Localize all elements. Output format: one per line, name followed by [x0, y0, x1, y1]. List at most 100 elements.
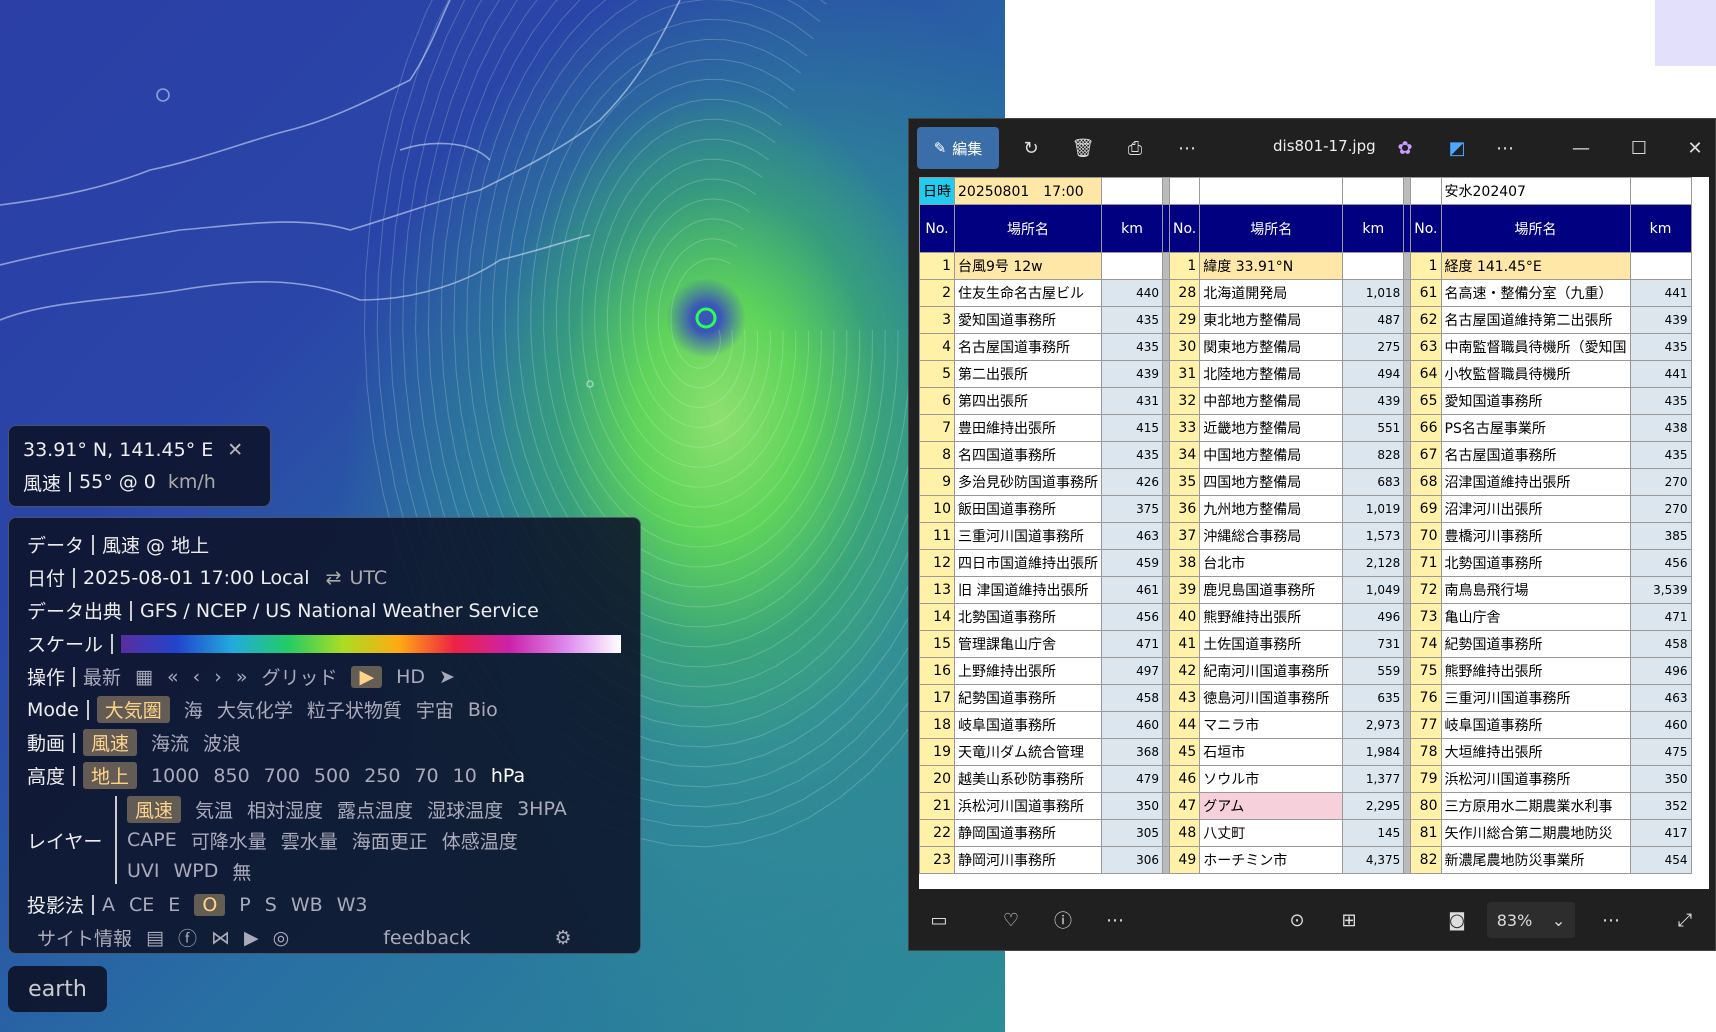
proj-w3[interactable]: W3: [337, 894, 368, 916]
row-no: 64: [1410, 360, 1442, 388]
layer-wpd[interactable]: WPD: [174, 860, 219, 882]
maximize-icon[interactable]: ☐: [1619, 128, 1659, 168]
instagram-icon[interactable]: ◎: [273, 927, 290, 949]
visual-search-icon[interactable]: ⊙: [1277, 900, 1317, 940]
edit-button[interactable]: ✎ 編集: [917, 127, 999, 169]
rotate-icon[interactable]: ↻: [1011, 128, 1051, 168]
layer-mslp[interactable]: 海面更正: [352, 827, 428, 854]
filmstrip-icon[interactable]: ▭: [919, 900, 959, 940]
height-850[interactable]: 850: [213, 765, 249, 787]
site-info-link[interactable]: サイト情報: [37, 924, 132, 951]
delete-icon[interactable]: 🗑: [1063, 128, 1103, 168]
wind-unit[interactable]: km/h: [168, 471, 216, 493]
height-1000[interactable]: 1000: [151, 765, 199, 787]
layer-cape[interactable]: CAPE: [127, 829, 177, 851]
locate-icon[interactable]: ➤: [439, 666, 455, 688]
row-no: 61: [1410, 279, 1442, 307]
calendar-icon[interactable]: ▦: [135, 666, 153, 688]
row-place: 四日市国道維持出張所: [954, 549, 1102, 577]
zoom-dropdown[interactable]: 83% ⌄: [1487, 902, 1575, 938]
anim-currents[interactable]: 海流: [151, 729, 189, 756]
row-place: 熊野維持出張所: [1199, 603, 1344, 631]
earth-menu-button[interactable]: earth: [8, 966, 107, 1012]
row-place: 北海道開発局: [1199, 279, 1344, 307]
print-icon[interactable]: ⎙: [1115, 128, 1155, 168]
anim-waves[interactable]: 波浪: [203, 729, 241, 756]
row-place: 住友生命名古屋ビル: [954, 279, 1102, 307]
zoom-value: 83%: [1496, 910, 1533, 930]
layer-cloudwater[interactable]: 雲水量: [281, 827, 338, 854]
layer-wind[interactable]: 風速: [127, 795, 182, 823]
layer-none[interactable]: 無: [232, 858, 251, 885]
layer-apparent[interactable]: 体感温度: [442, 827, 518, 854]
col-no: No.: [919, 204, 955, 253]
step-forward-icon[interactable]: ›: [214, 666, 222, 688]
book-icon[interactable]: ▤: [146, 927, 164, 949]
designer-icon[interactable]: ◩: [1437, 128, 1477, 168]
proj-a[interactable]: A: [102, 894, 115, 916]
height-surface[interactable]: 地上: [83, 762, 138, 789]
mode-ocean[interactable]: 海: [184, 696, 203, 723]
row-km: 828: [1342, 441, 1405, 469]
minimize-icon[interactable]: —: [1561, 128, 1601, 168]
proj-e[interactable]: E: [168, 894, 180, 916]
feedback-link[interactable]: feedback: [383, 927, 470, 949]
date-value[interactable]: 2025-08-01 17:00 Local: [83, 567, 310, 589]
row-no: 77: [1410, 711, 1442, 739]
copilot-icon[interactable]: ✿: [1385, 128, 1425, 168]
height-70[interactable]: 70: [414, 765, 438, 787]
fullscreen-icon[interactable]: ⤢: [1665, 900, 1705, 940]
row-km: 458: [1101, 684, 1163, 712]
proj-ce[interactable]: CE: [129, 894, 154, 916]
proj-p[interactable]: P: [239, 894, 250, 916]
more-icon-3[interactable]: ⋯: [1095, 900, 1135, 940]
height-500[interactable]: 500: [314, 765, 350, 787]
bluesky-icon[interactable]: ⋈: [211, 927, 230, 949]
latest-button[interactable]: 最新: [83, 663, 121, 690]
mode-particulates[interactable]: 粒子状物質: [307, 696, 402, 723]
layer-wetbulb[interactable]: 湿球温度: [427, 796, 503, 823]
mode-space[interactable]: 宇宙: [416, 696, 454, 723]
settings-icon[interactable]: ⚙: [554, 927, 571, 949]
swap-icon[interactable]: ⇄: [326, 567, 342, 589]
more-icon-2[interactable]: ⋯: [1485, 128, 1525, 168]
grid-button[interactable]: グリッド: [261, 663, 337, 690]
step-back-icon[interactable]: ‹: [193, 666, 201, 688]
zoom-fit-icon[interactable]: ◙: [1437, 900, 1477, 940]
utc-toggle[interactable]: UTC: [349, 567, 387, 589]
more-icon-4[interactable]: ⋯: [1591, 900, 1631, 940]
youtube-icon[interactable]: ▶: [244, 927, 259, 949]
layer-3hpa[interactable]: 3HPA: [517, 798, 567, 820]
layer-rh[interactable]: 相対湿度: [247, 796, 323, 823]
height-700[interactable]: 700: [264, 765, 300, 787]
proj-wb[interactable]: WB: [291, 894, 323, 916]
layer-uvi[interactable]: UVI: [127, 860, 160, 882]
layer-dewpoint[interactable]: 露点温度: [337, 796, 413, 823]
layer-temp[interactable]: 気温: [195, 796, 233, 823]
layer-tpw[interactable]: 可降水量: [191, 827, 267, 854]
close-icon[interactable]: ✕: [227, 439, 243, 461]
height-10[interactable]: 10: [453, 765, 477, 787]
play-icon[interactable]: ▶: [351, 665, 383, 688]
color-scale[interactable]: [121, 634, 622, 653]
row-place: PS名古屋事業所: [1440, 414, 1631, 442]
mode-bio[interactable]: Bio: [468, 699, 498, 721]
proj-o[interactable]: O: [194, 893, 226, 916]
location-marker: [695, 307, 717, 329]
close-window-icon[interactable]: ✕: [1675, 128, 1715, 168]
viewer-toolbar: ✎ 編集 ↻ 🗑 ⎙ ⋯ dis801-17.jpg ✿ ◩ ⋯ — ☐ ✕: [909, 119, 1715, 177]
more-icon[interactable]: ⋯: [1167, 128, 1207, 168]
hd-button[interactable]: HD: [396, 666, 425, 688]
rewind-fast-icon[interactable]: «: [167, 666, 179, 688]
mode-chemistry[interactable]: 大気化学: [217, 696, 293, 723]
anim-wind[interactable]: 風速: [83, 729, 138, 756]
text-scan-icon[interactable]: ⊞: [1329, 900, 1369, 940]
proj-s[interactable]: S: [265, 894, 277, 916]
height-250[interactable]: 250: [364, 765, 400, 787]
forward-fast-icon[interactable]: »: [236, 666, 248, 688]
mode-atmosphere[interactable]: 大気圏: [96, 696, 170, 723]
favorite-icon[interactable]: ♡: [991, 900, 1031, 940]
facebook-icon[interactable]: ⓕ: [178, 924, 197, 951]
row-no: 9: [919, 468, 955, 496]
info-icon[interactable]: ⓘ: [1043, 900, 1083, 940]
